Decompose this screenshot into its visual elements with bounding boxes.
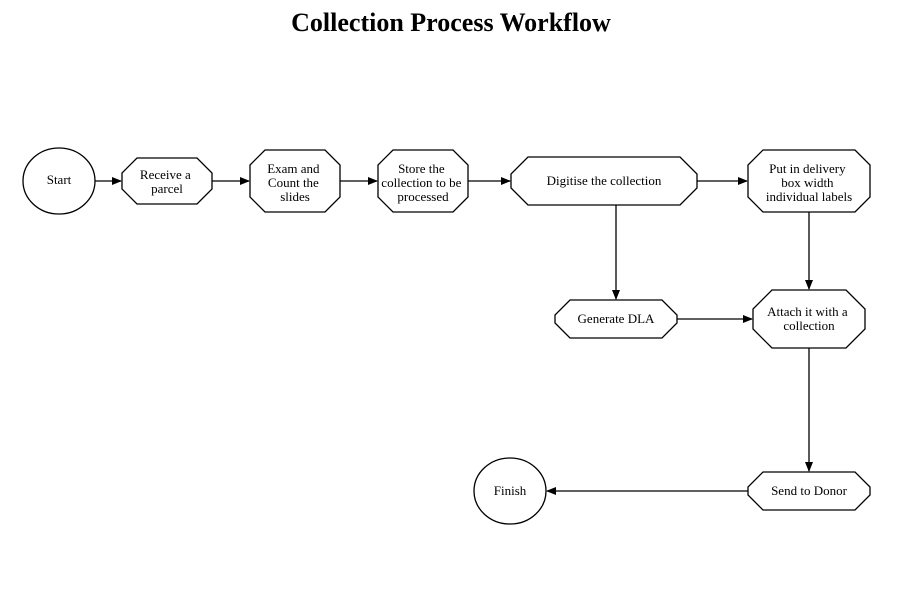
node-receive: Receive a parcel [122,158,212,204]
node-start: Start [23,148,95,214]
node-send: Send to Donor [748,472,870,510]
node-deliverybox: Put in delivery box width individual lab… [748,150,870,212]
node-receive-label: Receive a parcel [140,167,194,196]
node-send-label: Send to Donor [771,483,848,498]
node-attach: Attach it with a collection [753,290,865,348]
node-finish: Finish [474,458,546,524]
node-digitise: Digitise the collection [511,157,697,205]
node-attach-label: Attach it with a collection [767,304,851,333]
edges [95,181,809,491]
node-exam-label: Exam and Count the slides [267,161,323,204]
node-generate: Generate DLA [555,300,677,338]
flowchart-canvas: Start Receive a parcel Exam and Count th… [0,0,902,604]
node-store: Store the collection to be processed [378,150,468,212]
node-finish-label: Finish [494,483,527,498]
node-deliverybox-label: Put in delivery box width individual lab… [766,161,852,204]
node-generate-label: Generate DLA [578,311,655,326]
node-start-label: Start [47,172,72,187]
node-exam: Exam and Count the slides [250,150,340,212]
node-digitise-label: Digitise the collection [547,173,662,188]
node-store-label: Store the collection to be processed [381,161,464,204]
